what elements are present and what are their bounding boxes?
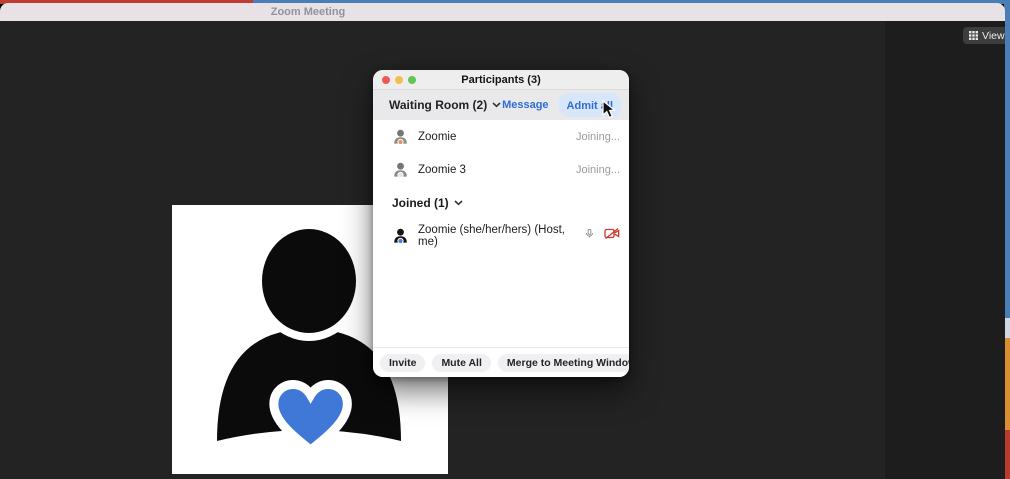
video-off-icon[interactable] (604, 227, 620, 245)
mute-all-button[interactable]: Mute All (432, 354, 490, 372)
minimize-button[interactable] (395, 76, 403, 84)
fullscreen-button[interactable] (408, 76, 416, 84)
admit-all-label: Admit all (567, 100, 613, 112)
close-button[interactable] (382, 76, 390, 84)
waiting-participant-row[interactable]: Zoomie Joining... (373, 120, 629, 153)
person-avatar-icon (393, 162, 408, 178)
participant-status: Joining... (576, 131, 620, 143)
participants-panel-footer: Invite Mute All Merge to Meeting Window … (373, 347, 629, 377)
participant-name: Zoomie (she/her/hers) (Host, me) (418, 224, 584, 248)
zoom-meeting-window: Zoom Meeting View (0, 3, 1005, 479)
joined-participant-row[interactable]: Zoomie (she/her/hers) (Host, me) (373, 219, 629, 252)
participants-panel: Participants (3) Waiting Room (2) Messag… (373, 70, 629, 377)
mic-icon[interactable] (584, 226, 595, 246)
participant-av-controls (584, 226, 620, 246)
participant-name: Zoomie (418, 131, 456, 143)
message-button[interactable]: Message (502, 99, 548, 111)
participant-name: Zoomie 3 (418, 164, 466, 176)
view-button[interactable]: View (963, 27, 1005, 44)
admit-all-button[interactable]: Admit all (559, 93, 621, 117)
waiting-participant-row[interactable]: Zoomie 3 Joining... (373, 153, 629, 186)
person-avatar-icon (393, 129, 408, 145)
chevron-down-icon[interactable] (492, 102, 501, 108)
waiting-room-section-header: Waiting Room (2) Message Admit all (373, 90, 629, 120)
person-avatar-icon (393, 228, 408, 244)
merge-to-meeting-window-button[interactable]: Merge to Meeting Window (498, 354, 629, 372)
view-button-label: View (982, 30, 1005, 42)
participants-list: Zoomie Joining... Zoomie 3 Joining (373, 120, 629, 347)
window-title: Zoom Meeting (250, 3, 366, 21)
list-empty-space (373, 252, 629, 347)
meeting-area-divider (885, 21, 1005, 479)
desktop: Zoom Meeting View (0, 0, 1010, 479)
meeting-content-area: View Participants (3) (0, 21, 1005, 479)
mute-all-button-label: Mute All (441, 357, 481, 369)
window-titlebar[interactable]: Zoom Meeting (0, 3, 1005, 21)
participants-panel-titlebar[interactable]: Participants (3) (373, 70, 629, 90)
chevron-down-icon (454, 200, 463, 206)
gallery-grid-icon (969, 31, 978, 40)
invite-button-label: Invite (389, 357, 416, 369)
joined-section-header[interactable]: Joined (1) (373, 186, 629, 219)
joined-label: Joined (1) (392, 196, 449, 210)
participant-status: Joining... (576, 164, 620, 176)
invite-button[interactable]: Invite (380, 354, 425, 372)
merge-button-label: Merge to Meeting Window (507, 357, 629, 369)
waiting-room-label[interactable]: Waiting Room (2) (389, 98, 487, 112)
